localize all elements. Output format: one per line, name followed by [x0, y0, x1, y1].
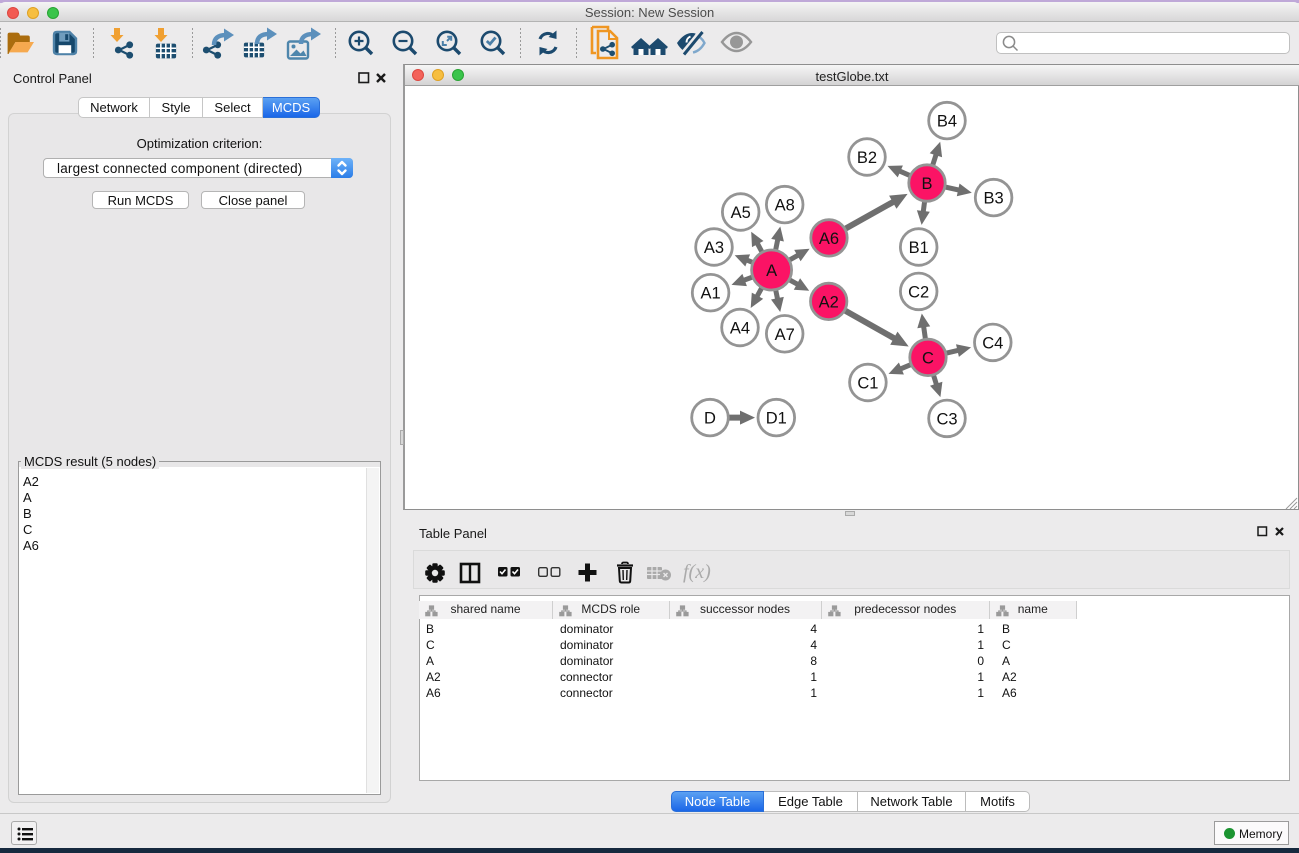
- svg-text:A6: A6: [819, 230, 839, 248]
- svg-text:A2: A2: [819, 293, 839, 311]
- svg-text:A8: A8: [775, 197, 795, 215]
- svg-text:B3: B3: [984, 190, 1004, 208]
- svg-text:A7: A7: [775, 326, 795, 344]
- svg-text:A1: A1: [701, 285, 721, 303]
- svg-text:C2: C2: [908, 283, 929, 301]
- svg-text:B: B: [921, 175, 932, 193]
- svg-text:A: A: [766, 262, 777, 280]
- svg-text:D1: D1: [766, 410, 787, 428]
- svg-text:C1: C1: [857, 375, 878, 393]
- svg-text:A3: A3: [704, 239, 724, 257]
- svg-text:C: C: [922, 349, 934, 367]
- svg-text:C4: C4: [982, 334, 1003, 352]
- svg-text:B4: B4: [937, 113, 957, 131]
- svg-text:A4: A4: [730, 320, 750, 338]
- svg-text:B1: B1: [909, 239, 929, 257]
- svg-text:D: D: [704, 410, 716, 428]
- svg-text:C3: C3: [936, 410, 957, 428]
- svg-text:A5: A5: [731, 204, 751, 222]
- svg-text:B2: B2: [857, 149, 877, 167]
